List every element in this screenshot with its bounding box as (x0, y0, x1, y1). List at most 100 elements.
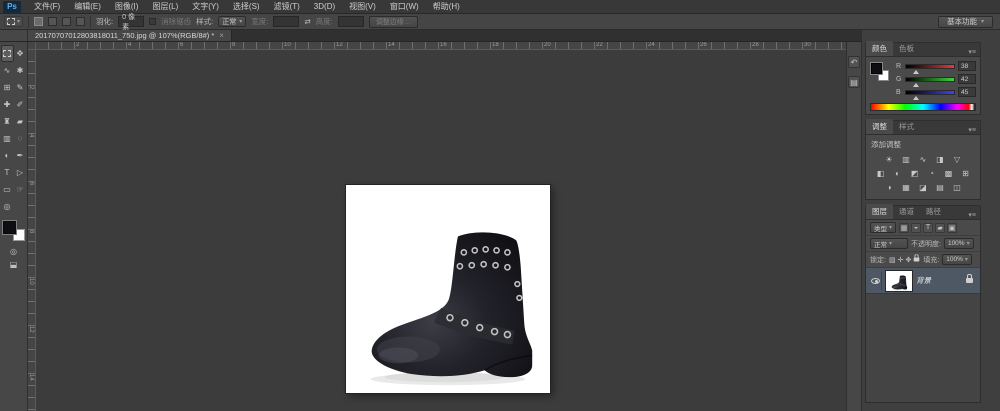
shape-filter-icon[interactable]: ▰ (935, 223, 945, 233)
hand-tool[interactable]: ☞ (14, 181, 27, 198)
eraser-tool[interactable]: ▰ (14, 113, 27, 130)
menu-item-help[interactable]: 帮助(H) (426, 0, 467, 14)
channel-value[interactable]: 42 (958, 74, 976, 84)
color-balance-icon[interactable]: ◐ (891, 167, 905, 179)
channel-slider[interactable] (905, 90, 955, 95)
close-icon[interactable]: × (219, 31, 224, 40)
lock-position-icon[interactable]: ✥ (905, 256, 911, 264)
workspace-switcher-button[interactable]: 基本功能▾ (938, 16, 993, 28)
hue-saturation-icon[interactable]: ◧ (874, 167, 888, 179)
clone-stamp-tool[interactable]: ♜ (1, 113, 14, 130)
open-document-image[interactable] (346, 185, 550, 393)
blend-mode-dropdown[interactable]: 正常▾ (870, 238, 908, 249)
gradient-map-icon[interactable]: ▤ (933, 181, 947, 193)
rectangular-marquee-tool[interactable] (1, 45, 14, 62)
height-input[interactable] (338, 16, 364, 27)
crop-tool[interactable]: ⊞ (1, 79, 14, 96)
menu-item-view[interactable]: 视图(V) (342, 0, 383, 14)
color-lookup-icon[interactable]: ⊞ (959, 167, 973, 179)
posterize-icon[interactable]: ▦ (899, 181, 913, 193)
selection-new-button[interactable] (34, 17, 43, 26)
menu-item-file[interactable]: 文件(F) (27, 0, 67, 14)
layer-thumbnail[interactable] (886, 271, 912, 291)
width-input[interactable] (273, 16, 299, 27)
foreground-color-swatch[interactable] (871, 63, 882, 74)
photo-filter-icon[interactable]: ◔ (925, 167, 939, 179)
tab-styles[interactable]: 样式 (893, 119, 920, 134)
black-white-icon[interactable]: ◩ (908, 167, 922, 179)
panel-menu-icon[interactable]: ▾≡ (964, 126, 980, 134)
brightness-contrast-icon[interactable]: ☀ (882, 153, 896, 165)
adjustment-filter-icon[interactable]: ◒ (911, 223, 921, 233)
lock-pixels-icon[interactable]: ✛ (898, 256, 904, 264)
menu-item-layer[interactable]: 图层(L) (145, 0, 185, 14)
channel-slider[interactable] (905, 77, 955, 82)
tab-adjustments[interactable]: 调整 (866, 119, 893, 134)
selection-intersect-button[interactable] (76, 17, 85, 26)
style-dropdown[interactable]: 正常▾ (218, 16, 246, 27)
exposure-icon[interactable]: ◨ (933, 153, 947, 165)
gradient-tool[interactable]: ▥ (1, 130, 14, 147)
slider-thumb-icon[interactable] (913, 70, 919, 74)
vibrance-icon[interactable]: ▽ (950, 153, 964, 165)
swap-dimensions-icon[interactable]: ⇄ (304, 17, 310, 26)
properties-panel-icon[interactable]: ▤ (848, 76, 860, 88)
lasso-tool[interactable]: ∿ (1, 62, 14, 79)
channel-value[interactable]: 38 (958, 61, 976, 71)
channel-value[interactable]: 45 (958, 87, 976, 97)
menu-item-select[interactable]: 选择(S) (226, 0, 267, 14)
layer-filter-kind-dropdown[interactable]: 类型▾ (870, 222, 896, 233)
dodge-tool[interactable]: ◐ (1, 147, 14, 164)
pixel-filter-icon[interactable]: ▦ (899, 223, 909, 233)
visibility-toggle[interactable] (870, 272, 882, 290)
move-tool[interactable]: ✥ (14, 45, 27, 62)
layer-row-background[interactable]: 背景 (866, 268, 980, 294)
brush-tool[interactable]: ✐ (14, 96, 27, 113)
tab-swatches[interactable]: 色板 (893, 41, 920, 56)
menu-item-edit[interactable]: 编辑(E) (67, 0, 108, 14)
feather-input[interactable]: 0 像素 (118, 16, 144, 27)
levels-icon[interactable]: ▥ (899, 153, 913, 165)
opacity-dropdown[interactable]: 100%▾ (944, 238, 974, 249)
lock-all-icon[interactable] (914, 258, 920, 262)
smart-object-filter-icon[interactable]: ▣ (947, 223, 957, 233)
tab-color[interactable]: 颜色 (866, 41, 893, 56)
rectangle-tool[interactable]: ▭ (1, 181, 14, 198)
menu-item-window[interactable]: 窗口(W) (383, 0, 426, 14)
curves-icon[interactable]: ∿ (916, 153, 930, 165)
tool-preset-picker[interactable]: ▾ (4, 16, 23, 27)
zoom-tool[interactable]: ◎ (1, 198, 14, 215)
horizontal-type-tool[interactable]: T (1, 164, 14, 181)
slider-thumb-icon[interactable] (913, 96, 919, 100)
panel-menu-icon[interactable]: ▾≡ (964, 211, 980, 219)
tab-layers[interactable]: 图层 (866, 204, 893, 219)
tab-channels[interactable]: 通道 (893, 204, 920, 219)
type-filter-icon[interactable]: T (923, 223, 933, 233)
selection-add-button[interactable] (48, 17, 57, 26)
menu-item-type[interactable]: 文字(Y) (185, 0, 226, 14)
menu-item-3d[interactable]: 3D(D) (307, 0, 342, 14)
eyedropper-tool[interactable]: ✎ (14, 79, 27, 96)
quick-mask-icon[interactable]: ◎ (10, 247, 17, 256)
color-spectrum-ramp[interactable] (870, 103, 976, 111)
pen-tool[interactable]: ✒ (14, 147, 27, 164)
blur-tool[interactable]: ◌ (14, 130, 27, 147)
refine-edge-button[interactable]: 调整边缘… (369, 16, 418, 28)
selective-color-icon[interactable]: ◫ (950, 181, 964, 193)
channel-slider[interactable] (905, 64, 955, 69)
menu-item-filter[interactable]: 滤镜(T) (267, 0, 307, 14)
panel-menu-icon[interactable]: ▾≡ (964, 48, 980, 56)
screen-mode-icon[interactable]: ⬓ (10, 260, 18, 269)
tab-paths[interactable]: 路径 (920, 204, 947, 219)
antialias-checkbox[interactable] (149, 18, 156, 25)
fill-dropdown[interactable]: 100%▾ (942, 254, 972, 265)
threshold-icon[interactable]: ◪ (916, 181, 930, 193)
spot-healing-brush-tool[interactable]: ✚ (1, 96, 14, 113)
foreground-color-swatch[interactable] (3, 221, 16, 234)
magic-wand-tool[interactable]: ✱ (14, 62, 27, 79)
slider-thumb-icon[interactable] (913, 83, 919, 87)
history-panel-icon[interactable]: ↶ (848, 56, 860, 68)
selection-subtract-button[interactable] (62, 17, 71, 26)
channel-mixer-icon[interactable]: ▩ (942, 167, 956, 179)
canvas[interactable]: 24681012141618202224262830 2468101214 (28, 42, 846, 411)
